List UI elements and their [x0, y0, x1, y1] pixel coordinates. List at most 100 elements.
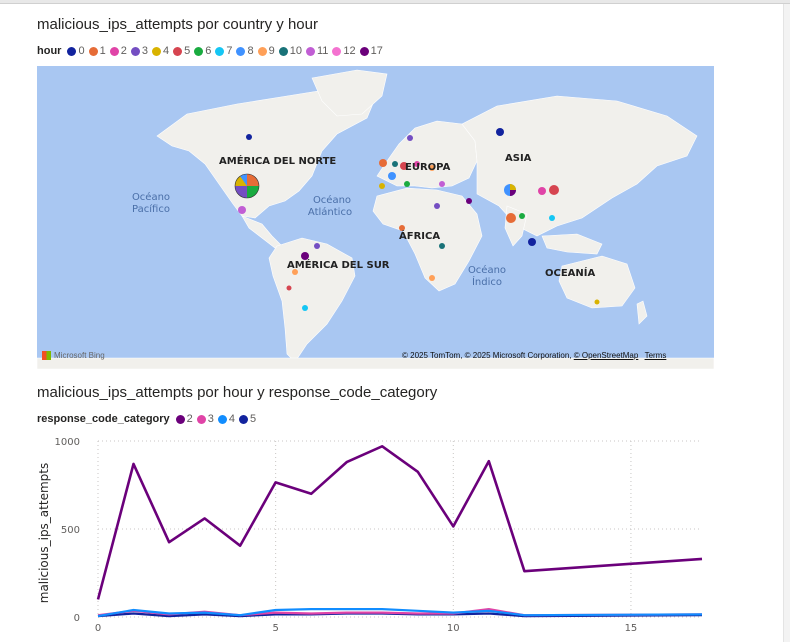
bubble-australia: [594, 299, 600, 305]
map-legend-item-4[interactable]: 4: [151, 45, 170, 57]
legend-marker-icon: [217, 414, 227, 424]
legend-label: 10: [289, 45, 302, 57]
bubble-chile: [286, 285, 292, 291]
map-credit: © 2025 TomTom, © 2025 Microsoft Corporat…: [402, 351, 666, 360]
legend-label: 5: [250, 413, 257, 425]
map-legend-item-0[interactable]: 0: [67, 45, 85, 57]
map-legend-item-17[interactable]: 17: [359, 45, 383, 57]
legend-marker-icon: [175, 414, 185, 424]
legend-label: 9: [268, 45, 275, 57]
bubble-china[interactable]: [504, 184, 516, 196]
bubble-argentina: [302, 305, 308, 311]
map-visual-title: malicious_ips_attempts por country y hou…: [37, 16, 318, 33]
y-tick-label: 0: [74, 613, 80, 624]
land-asia: [461, 95, 698, 237]
line-legend-title: response_code_category: [37, 413, 170, 425]
line-legend-item-2[interactable]: 2: [175, 413, 193, 425]
legend-marker-icon: [359, 46, 369, 56]
label-europe: EUROPA: [405, 162, 451, 173]
legend-marker-icon: [305, 46, 315, 56]
map-legend-item-11[interactable]: 11: [305, 45, 329, 57]
terms-link[interactable]: Terms: [645, 351, 667, 360]
legend-marker-icon: [109, 46, 119, 56]
legend-marker-icon: [151, 46, 161, 56]
label-atlantic-2: Atlántico: [308, 206, 352, 218]
legend-label: 3: [207, 413, 214, 425]
line-visual-title: malicious_ips_attempts por hour y respon…: [37, 384, 438, 401]
legend-label: 3: [141, 45, 148, 57]
series-line-2[interactable]: [96, 444, 703, 600]
map-legend-item-2[interactable]: 2: [109, 45, 127, 57]
legend-marker-icon: [278, 46, 288, 56]
legend-label: 7: [226, 45, 233, 57]
map-legend-item-7[interactable]: 7: [215, 45, 232, 57]
legend-label: 17: [370, 45, 383, 57]
top-border: [0, 0, 790, 4]
label-pacific-1: Océano: [132, 191, 170, 203]
legend-marker-icon: [239, 414, 249, 424]
map-credit-text: © 2025 TomTom, © 2025 Microsoft Corporat…: [402, 351, 572, 360]
label-indian-1: Océano: [468, 264, 506, 276]
map-visual[interactable]: AMÉRICA DEL NORTE EUROPA ASIA ÁFRICA AMÉ…: [37, 66, 714, 369]
map-legend: hour 0 1 2 3 4 5 6 7 8 9 10 11 12 17: [37, 45, 387, 57]
bubble-iran: [466, 198, 472, 204]
bubble-canada: [246, 134, 252, 140]
bubble-mexico: [238, 206, 246, 214]
bubble-philippines: [549, 215, 555, 221]
page-scrollbar[interactable]: [783, 4, 790, 642]
chart-ticks: 0 500 1000 0 5 10 15: [55, 437, 638, 634]
x-tick-label: 15: [625, 623, 638, 634]
bubble-brazil: [301, 252, 309, 260]
legend-label: 4: [228, 413, 236, 425]
legend-marker-icon: [173, 46, 183, 56]
legend-marker-icon: [196, 414, 206, 424]
map-legend-item-12[interactable]: 12: [332, 45, 356, 57]
legend-label: 8: [247, 45, 254, 57]
bubble-egypt: [434, 203, 440, 209]
line-legend-item-4[interactable]: 4: [217, 413, 236, 425]
bubble-italy: [404, 181, 410, 187]
legend-label: 11: [316, 45, 329, 57]
label-atlantic-1: Océano: [313, 194, 351, 206]
legend-label: 4: [162, 45, 170, 57]
chart-series: [96, 444, 703, 618]
line-legend-item-3[interactable]: 3: [196, 413, 214, 425]
bing-text: Microsoft Bing: [54, 351, 105, 360]
y-tick-label: 500: [61, 525, 80, 536]
legend-label: 2: [186, 413, 193, 425]
line-legend-item-5[interactable]: 5: [239, 413, 256, 425]
legend-marker-icon: [88, 46, 98, 56]
label-asia: ASIA: [505, 153, 532, 164]
legend-label: 2: [120, 45, 127, 57]
bubble-india: [506, 213, 516, 223]
map-legend-item-9[interactable]: 9: [257, 45, 275, 57]
bubble-japan: [549, 185, 559, 195]
label-north-america: AMÉRICA DEL NORTE: [219, 154, 336, 167]
legend-marker-icon: [332, 46, 342, 56]
bubble-south-africa: [429, 275, 435, 281]
bubble-usa[interactable]: [234, 173, 260, 199]
land-masses: [37, 69, 714, 369]
bubble-vietnam: [519, 213, 525, 219]
bubble-spain: [379, 183, 385, 189]
map-legend-item-5[interactable]: 5: [173, 45, 190, 57]
legend-marker-icon: [215, 46, 225, 56]
line-chart[interactable]: 0 500 1000 0 5 10 15 malicious_ips_attempts: [30, 425, 720, 642]
legend-label: 6: [205, 45, 212, 57]
label-south-america: AMÉRICA DEL SUR: [287, 258, 390, 271]
map-legend-item-8[interactable]: 8: [236, 45, 254, 57]
legend-marker-icon: [257, 46, 267, 56]
bing-logo: Microsoft Bing: [42, 351, 105, 360]
x-tick-label: 10: [447, 623, 460, 634]
legend-marker-icon: [130, 46, 140, 56]
map-legend-item-1[interactable]: 1: [88, 45, 106, 57]
openstreetmap-link[interactable]: © OpenStreetMap: [574, 351, 639, 360]
map-legend-item-6[interactable]: 6: [194, 45, 211, 57]
map-legend-item-3[interactable]: 3: [130, 45, 148, 57]
world-map[interactable]: AMÉRICA DEL NORTE EUROPA ASIA ÁFRICA AMÉ…: [37, 66, 714, 369]
map-legend-item-10[interactable]: 10: [278, 45, 302, 57]
label-indian-2: Índico: [472, 275, 502, 288]
x-tick-label: 0: [95, 623, 101, 634]
line-legend: response_code_category 2 3 4 5: [37, 413, 260, 425]
legend-label: 12: [343, 45, 356, 57]
